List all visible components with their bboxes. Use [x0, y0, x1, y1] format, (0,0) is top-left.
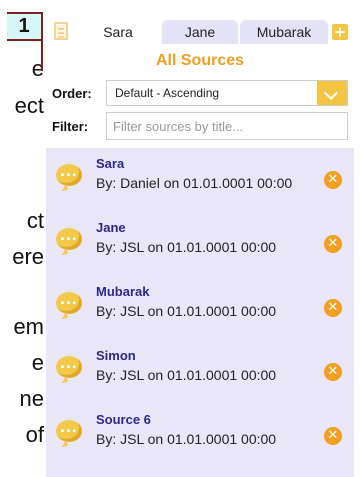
- source-item[interactable]: Mubarak By: JSL on 01.01.0001 00:00 ✕: [46, 276, 354, 338]
- document-icon[interactable]: [54, 22, 68, 40]
- screen: e ect ct ere em e ne of 1 Sara Jane Muba…: [0, 0, 360, 477]
- chevron-down-icon[interactable]: [317, 81, 347, 105]
- background-text-line: ct: [26, 208, 44, 233]
- source-name: Jane: [96, 220, 126, 235]
- tab-bar: Sara Jane Mubarak +: [46, 14, 354, 44]
- chat-bubble-icon: [56, 292, 82, 314]
- chat-bubble-icon: [56, 356, 82, 378]
- remove-icon[interactable]: ✕: [324, 363, 342, 381]
- chat-bubble-icon: [56, 420, 82, 442]
- sources-panel: Sara Jane Mubarak + All Sources Order: D…: [46, 14, 354, 477]
- remove-icon[interactable]: ✕: [324, 171, 342, 189]
- sources-list: Sara By: Daniel on 01.01.0001 00:00 ✕ Ja…: [46, 148, 354, 477]
- source-meta: By: Daniel on 01.01.0001 00:00: [96, 175, 293, 191]
- source-meta: By: JSL on 01.01.0001 00:00: [96, 431, 277, 447]
- tab-sara[interactable]: Sara: [76, 20, 160, 44]
- source-meta: By: JSL on 01.01.0001 00:00: [96, 239, 277, 255]
- source-name: Source 6: [96, 412, 151, 427]
- source-name: Simon: [96, 348, 136, 363]
- source-name: Mubarak: [96, 284, 150, 299]
- remove-icon[interactable]: ✕: [324, 299, 342, 317]
- tab-mubarak[interactable]: Mubarak: [240, 20, 328, 44]
- chat-bubble-icon: [56, 228, 82, 250]
- remove-icon[interactable]: ✕: [324, 235, 342, 253]
- filter-label: Filter:: [52, 118, 89, 134]
- source-item[interactable]: Simon By: JSL on 01.01.0001 00:00 ✕: [46, 340, 354, 402]
- order-select[interactable]: Default - Ascending: [106, 80, 348, 106]
- background-text-line: ere: [12, 244, 44, 269]
- source-item[interactable]: Sara By: Daniel on 01.01.0001 00:00 ✕: [46, 148, 354, 210]
- source-meta: By: JSL on 01.01.0001 00:00: [96, 367, 277, 383]
- background-text-line: em: [13, 314, 44, 339]
- source-name: Sara: [96, 156, 125, 171]
- source-item[interactable]: Jane By: JSL on 01.01.0001 00:00 ✕: [46, 212, 354, 274]
- background-text-line: ne: [19, 386, 44, 411]
- add-tab-icon[interactable]: +: [332, 24, 348, 40]
- step-number-badge: 1: [7, 12, 43, 71]
- remove-icon[interactable]: ✕: [324, 427, 342, 445]
- chat-bubble-icon: [56, 164, 82, 186]
- order-label: Order:: [52, 85, 92, 101]
- background-text-line: ect: [14, 93, 44, 118]
- source-item[interactable]: Source 6 By: JSL on 01.01.0001 00:00 ✕: [46, 404, 354, 466]
- background-text-line: of: [25, 422, 44, 447]
- background-text-line: e: [31, 350, 44, 375]
- order-row: Order: Default - Ascending: [52, 80, 348, 106]
- order-select-value: Default - Ascending: [115, 86, 220, 100]
- panel-title: All Sources: [155, 52, 245, 69]
- background-document-text: e ect ct ere em e ne of: [0, 0, 44, 477]
- filter-input[interactable]: [106, 112, 348, 140]
- filter-row: Filter:: [52, 112, 348, 140]
- tab-jane[interactable]: Jane: [162, 20, 238, 44]
- source-meta: By: JSL on 01.01.0001 00:00: [96, 303, 277, 319]
